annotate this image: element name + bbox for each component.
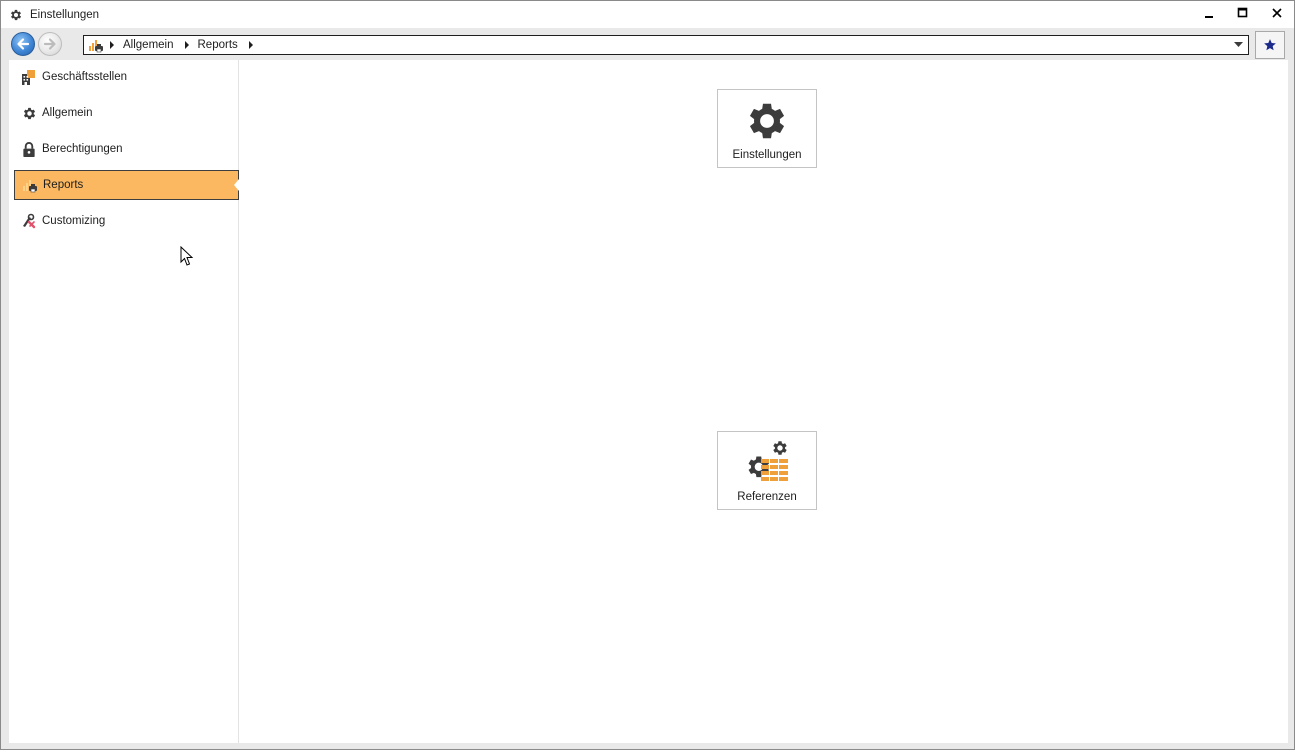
- tile-einstellungen[interactable]: Einstellungen: [717, 89, 817, 168]
- sidebar-item-geschaeftsstellen[interactable]: Geschäftsstellen: [14, 62, 239, 92]
- gear-icon: [8, 7, 24, 23]
- close-icon: [1272, 8, 1282, 18]
- customizing-icon: [21, 213, 37, 229]
- tile-label: Referenzen: [737, 491, 797, 503]
- star-icon: [1264, 39, 1276, 51]
- arrow-right-icon: [43, 38, 56, 50]
- building-icon: [21, 69, 37, 85]
- tile-referenzen[interactable]: Referenzen: [717, 431, 817, 510]
- settings-window: Einstellungen Allgemein Reports Geschäft…: [0, 0, 1295, 750]
- sidebar-item-reports[interactable]: Reports: [14, 170, 239, 200]
- gears-table-icon: [743, 439, 791, 487]
- sidebar-item-label: Allgemein: [42, 107, 93, 119]
- minimize-button[interactable]: [1192, 1, 1226, 25]
- favorites-button[interactable]: [1255, 31, 1285, 59]
- chevron-right-icon[interactable]: [180, 36, 194, 54]
- report-printer-icon: [22, 177, 38, 193]
- main-content: Einstellungen Referenzen: [239, 60, 1288, 743]
- title-bar: Einstellungen: [1, 1, 1294, 28]
- minimize-icon: [1205, 16, 1213, 18]
- forward-button[interactable]: [38, 32, 62, 56]
- gear-icon: [743, 97, 791, 145]
- report-printer-icon: [87, 37, 105, 53]
- maximize-icon: [1237, 7, 1248, 18]
- sidebar-item-label: Reports: [43, 179, 84, 191]
- maximize-button[interactable]: [1226, 1, 1260, 25]
- sidebar-item-customizing[interactable]: Customizing: [14, 206, 239, 236]
- chevron-right-icon[interactable]: [244, 36, 258, 54]
- window-controls: [1192, 1, 1294, 28]
- tile-label: Einstellungen: [732, 149, 802, 161]
- back-button[interactable]: [11, 32, 35, 56]
- mouse-cursor-icon: [180, 246, 194, 266]
- navigation-bar: Allgemein Reports: [1, 28, 1294, 60]
- address-bar[interactable]: Allgemein Reports: [83, 35, 1249, 55]
- breadcrumb-reports[interactable]: Reports: [194, 39, 244, 51]
- chevron-down-icon: [1233, 42, 1243, 47]
- lock-icon: [21, 141, 37, 157]
- breadcrumb-allgemein[interactable]: Allgemein: [119, 39, 180, 51]
- address-dropdown-button[interactable]: [1230, 36, 1246, 54]
- sidebar: Geschäftsstellen Allgemein Berechtigunge…: [9, 60, 239, 743]
- window-title: Einstellungen: [30, 8, 100, 21]
- sidebar-item-berechtigungen[interactable]: Berechtigungen: [14, 134, 239, 164]
- close-button[interactable]: [1260, 1, 1294, 25]
- arrow-left-icon: [17, 38, 30, 50]
- sidebar-item-label: Geschäftsstellen: [42, 71, 128, 83]
- sidebar-item-label: Berechtigungen: [42, 143, 123, 155]
- chevron-right-icon[interactable]: [105, 36, 119, 54]
- gear-icon: [21, 105, 37, 121]
- sidebar-item-allgemein[interactable]: Allgemein: [14, 98, 239, 128]
- sidebar-item-label: Customizing: [42, 215, 106, 227]
